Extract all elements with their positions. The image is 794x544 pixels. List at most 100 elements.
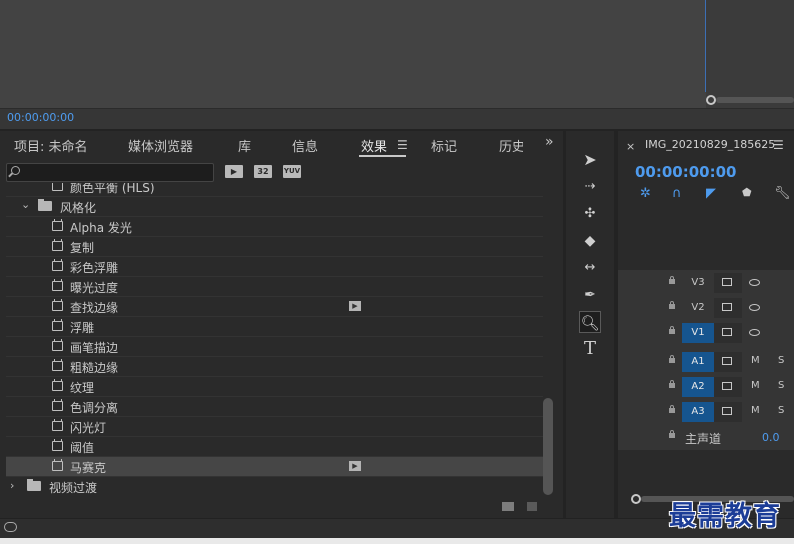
tab-project[interactable]: 项目: 未命名 [14,136,88,155]
zoom-tool-icon[interactable]: 🔍︎ [579,311,601,333]
panel-menu-icon[interactable]: ☰ [397,138,408,152]
solo-button[interactable]: S [778,355,784,366]
monitor-time-bar[interactable] [0,108,794,129]
toggle-output-icon[interactable] [722,328,732,336]
effect-label: 画笔描边 [70,341,119,355]
tab-effects[interactable]: 效果 [361,136,387,155]
lock-icon[interactable] [669,326,675,334]
toggle-output-icon[interactable] [722,407,732,415]
tab-media-browser[interactable]: 媒体浏览器 [128,136,193,155]
track-name-targeted[interactable]: A2 [682,377,714,397]
effect-icon [52,459,63,471]
selection-tool-icon[interactable]: ➤ [579,149,601,171]
mute-button[interactable]: M [751,380,760,391]
eye-icon[interactable] [749,304,760,311]
master-volume-value[interactable]: 0.0 [762,431,780,444]
close-icon[interactable]: × [626,140,635,153]
solo-button[interactable]: S [778,405,784,416]
eye-icon[interactable] [749,329,760,336]
yuv-filter-icon[interactable]: YUV [283,165,301,178]
list-item[interactable]: 颜色平衡 (HLS) [6,183,543,197]
folder-row-stylize[interactable]: ⌄ 风格化 [6,197,543,217]
slip-tool-icon[interactable]: ↔ [579,257,601,279]
track-name-targeted[interactable]: A3 [682,402,714,422]
linked-selection-icon[interactable]: ◤ [706,186,716,201]
solo-button[interactable]: S [778,380,784,391]
type-tool-icon[interactable]: T [579,338,601,360]
active-tab-underline [359,155,406,157]
ripple-edit-tool-icon[interactable]: ✣ [579,203,601,225]
folder-icon [27,479,41,491]
monitor-viewport[interactable] [0,0,706,108]
list-item[interactable]: 查找边缘 ▶ [6,297,543,317]
list-item[interactable]: 闪光灯 [6,417,543,437]
list-item[interactable]: 复制 [6,237,543,257]
lock-icon[interactable] [669,430,675,438]
list-item[interactable]: 阈值 [6,437,543,457]
32bit-filter-icon[interactable]: 32 [254,165,272,178]
track-select-tool-icon[interactable]: ⇢ [579,176,601,198]
list-item[interactable]: 彩色浮雕 [6,257,543,277]
effect-label: 复制 [70,241,95,255]
lock-icon[interactable] [669,380,675,388]
chevron-down-icon[interactable]: ⌄ [21,198,30,211]
razor-tool-icon[interactable]: ◆ [579,230,601,252]
master-track-label: 主声道 [685,432,722,446]
track-name[interactable]: V3 [682,273,714,293]
mute-button[interactable]: M [751,355,760,366]
new-bin-icon[interactable] [502,502,514,511]
add-marker-icon[interactable]: ⬟ [742,186,752,199]
nest-sequence-icon[interactable]: ✲ [640,186,651,201]
toggle-output-icon[interactable] [722,278,732,286]
tab-library[interactable]: 库 [238,136,251,155]
track-name-targeted[interactable]: V1 [682,323,714,343]
track-name-targeted[interactable]: A1 [682,352,714,372]
pen-tool-icon[interactable]: ✒ [579,284,601,306]
program-monitor [0,0,794,129]
effects-search[interactable] [6,163,215,182]
track-v2: V2 [618,296,794,320]
wrench-icon[interactable]: 🔧︎ [774,186,791,201]
tab-history[interactable]: 历史 [499,136,523,155]
timeline-timecode[interactable]: 00:00:00:00 [635,163,737,181]
track-name[interactable]: V2 [682,298,714,318]
list-item[interactable]: 粗糙边缘 [6,357,543,377]
effect-icon [52,319,63,331]
lock-icon[interactable] [669,355,675,363]
monitor-scroll-handle[interactable] [706,95,716,105]
track-a2: A2 M S [618,375,794,399]
sequence-tab-title[interactable]: IMG_20210829_185625 [645,138,775,151]
more-tabs-chevron-icon[interactable]: » [545,134,554,150]
track-a1: A1 M S [618,350,794,374]
toggle-output-icon[interactable] [722,382,732,390]
lock-icon[interactable] [669,276,675,284]
list-item[interactable]: 画笔描边 [6,337,543,357]
list-item[interactable]: Alpha 发光 [6,217,543,237]
monitor-timecode[interactable]: 00:00:00:00 [7,111,74,124]
eye-icon[interactable] [749,279,760,286]
list-item[interactable]: 纹理 [6,377,543,397]
folder-label: 风格化 [60,201,97,215]
delete-icon[interactable] [527,502,537,511]
effects-scroll-thumb[interactable] [543,398,553,495]
effects-search-input[interactable] [25,165,215,182]
list-item[interactable]: 曝光过度 [6,277,543,297]
toggle-output-icon[interactable] [722,357,732,365]
timeline-menu-icon[interactable]: ☰ [773,138,784,152]
monitor-zoom-scrollbar[interactable] [716,97,794,103]
list-item-selected[interactable]: 马赛克 ▶ [6,457,543,477]
lock-icon[interactable] [669,301,675,309]
tab-info[interactable]: 信息 [292,136,318,155]
toggle-output-icon[interactable] [722,303,732,311]
timeline-scroll-handle[interactable] [631,494,641,504]
mute-button[interactable]: M [751,405,760,416]
chevron-right-icon[interactable]: › [10,479,14,492]
accelerated-effects-filter-icon[interactable]: ▶ [225,165,243,178]
folder-row-video-transitions[interactable]: › 视频过渡 [6,477,543,496]
creative-cloud-icon[interactable] [4,522,17,532]
list-item[interactable]: 浮雕 [6,317,543,337]
lock-icon[interactable] [669,405,675,413]
tab-markers[interactable]: 标记 [431,136,457,155]
snap-magnet-icon[interactable]: ∩ [672,186,682,201]
list-item[interactable]: 色调分离 [6,397,543,417]
